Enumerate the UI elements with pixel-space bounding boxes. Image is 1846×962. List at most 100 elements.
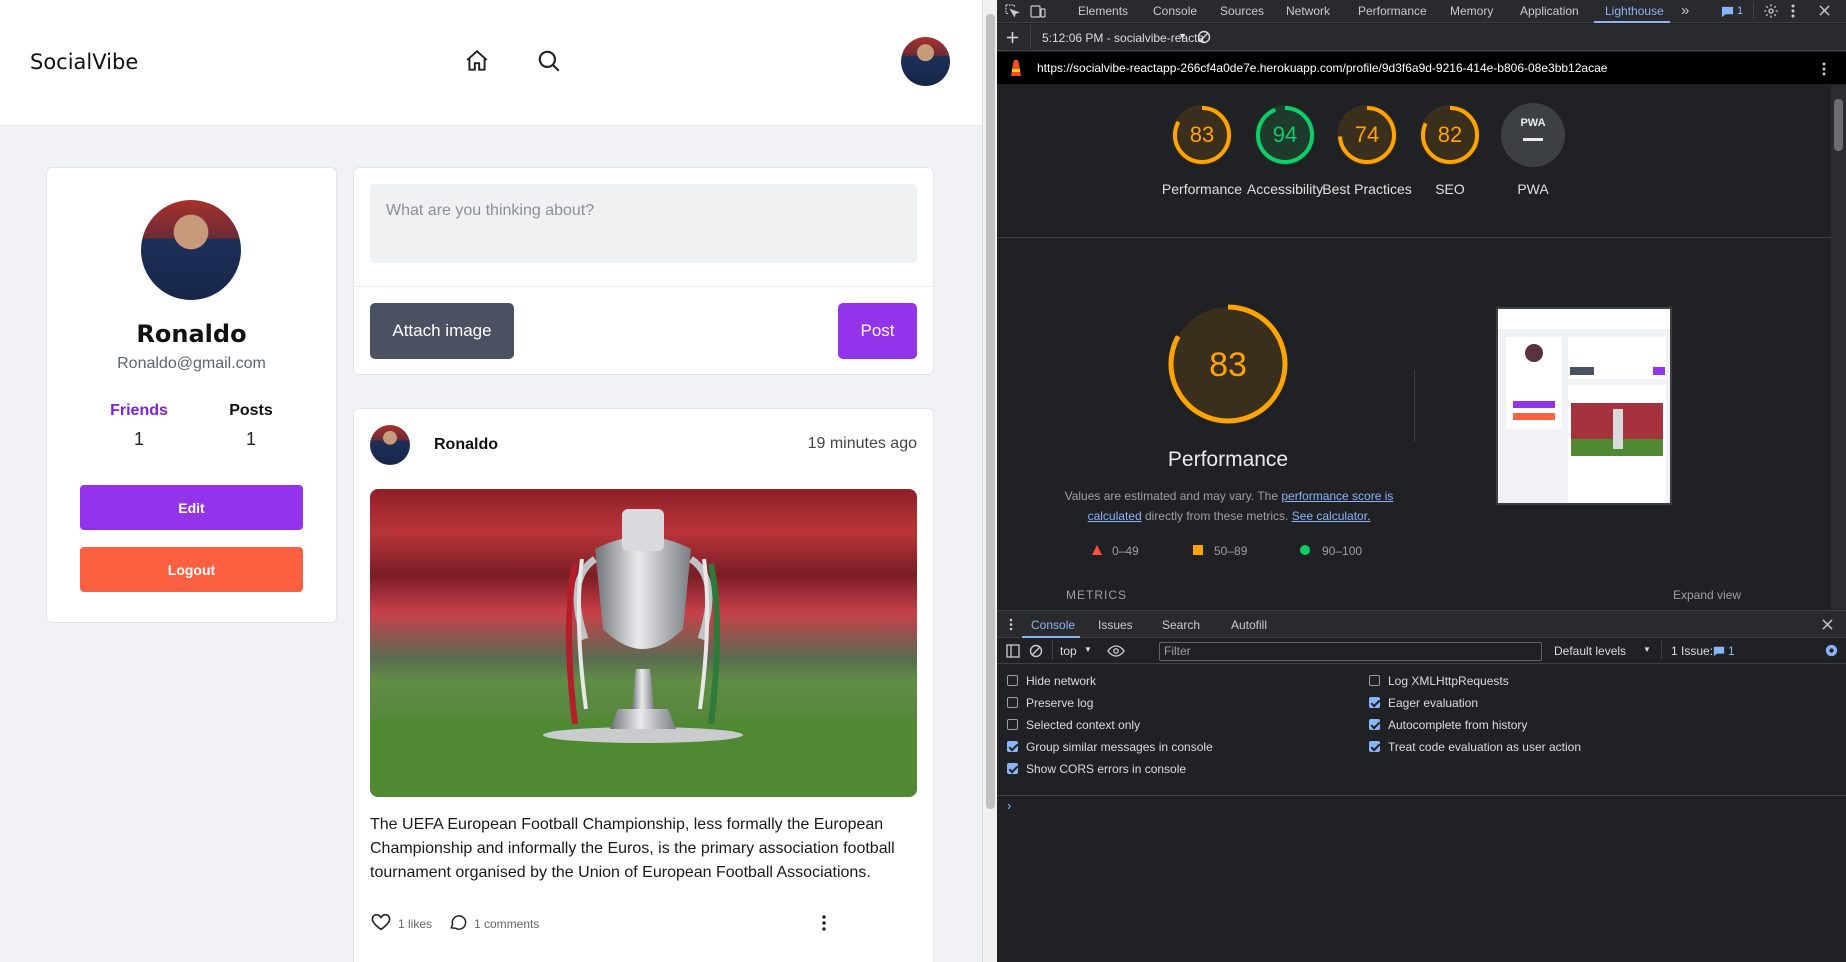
gauge-pwa[interactable]: PWA PWA (1488, 103, 1578, 199)
console-settings-icon[interactable] (1824, 643, 1839, 658)
gauge-value: 94 (1272, 122, 1298, 147)
console-option[interactable]: Eager evaluation (1369, 695, 1478, 711)
clear-reports-icon[interactable] (1197, 30, 1211, 44)
inspect-element-icon[interactable] (1005, 4, 1020, 19)
levels-dropdown-icon[interactable]: ▼ (1643, 645, 1651, 654)
console-option[interactable]: Preserve log (1007, 695, 1093, 711)
more-options-icon[interactable] (814, 913, 834, 933)
brand-logo[interactable]: SocialVibe (30, 50, 138, 74)
drawer-tab-autofill[interactable]: Autofill (1231, 618, 1267, 632)
drawer-menu-icon[interactable] (1009, 618, 1013, 631)
tab-performance[interactable]: Performance (1358, 4, 1427, 18)
settings-gear-icon[interactable] (1763, 3, 1779, 19)
issues-chat-icon[interactable] (1713, 645, 1725, 657)
lighthouse-report: 83 Performance 94 Accessibility 74 Best Pract… (997, 85, 1831, 609)
issues-badge[interactable]: 1 (1737, 5, 1743, 17)
close-devtools-icon[interactable] (1819, 5, 1830, 16)
tab-console[interactable]: Console (1153, 4, 1197, 18)
context-selector[interactable]: top (1060, 644, 1077, 658)
attach-image-button[interactable]: Attach image (370, 303, 514, 359)
checkbox[interactable] (1007, 675, 1018, 686)
posts-stat: Posts 1 (211, 402, 291, 450)
lighthouse-toolbar: 5:12:06 PM - socialvibe-reacta ▼ (997, 24, 1846, 51)
post-textarea[interactable]: What are you thinking about? (370, 184, 917, 263)
console-filter-input[interactable]: Filter (1159, 642, 1542, 661)
tab-lighthouse[interactable]: Lighthouse (1605, 4, 1664, 18)
heart-icon[interactable] (370, 911, 392, 933)
more-tabs-icon[interactable]: » (1681, 2, 1689, 19)
home-icon[interactable] (464, 48, 490, 74)
console-option[interactable]: Treat code evaluation as user action (1369, 739, 1581, 755)
clear-console-icon[interactable] (1029, 644, 1043, 658)
console-issues-count[interactable]: 1 (1728, 644, 1735, 658)
checkbox[interactable] (1007, 741, 1018, 752)
drawer-tab-issues[interactable]: Issues (1098, 618, 1133, 632)
tab-network[interactable]: Network (1286, 4, 1330, 18)
console-option[interactable]: Group similar messages in console (1007, 739, 1213, 755)
sidebar-toggle-icon[interactable] (1006, 644, 1020, 658)
search-icon[interactable] (536, 48, 562, 74)
performance-gauge: 83 (1168, 304, 1288, 424)
tab-sources[interactable]: Sources (1220, 4, 1264, 18)
page-scrollbar[interactable] (982, 0, 997, 962)
logout-button[interactable]: Logout (80, 547, 303, 592)
checkbox[interactable] (1007, 697, 1018, 708)
gauge-performance[interactable]: 83 Performance (1157, 103, 1247, 199)
post-card: Ronaldo 19 minutes ago The UEFA European… (353, 408, 934, 962)
tab-application[interactable]: Application (1520, 4, 1579, 18)
checkbox[interactable] (1007, 763, 1018, 774)
live-expression-eye-icon[interactable] (1107, 645, 1125, 657)
user-avatar[interactable] (901, 37, 950, 86)
page-screenshot-thumbnail[interactable] (1496, 307, 1672, 505)
drawer-tab-search[interactable]: Search (1162, 618, 1200, 632)
checkbox[interactable] (1007, 719, 1018, 730)
checkbox[interactable] (1369, 719, 1380, 730)
console-option-label: Group similar messages in console (1026, 740, 1213, 754)
checkbox[interactable] (1369, 675, 1380, 686)
likes-count[interactable]: 1 likes (398, 917, 432, 931)
checkbox[interactable] (1369, 697, 1380, 708)
kebab-menu-icon[interactable] (1790, 3, 1796, 19)
post-image[interactable] (370, 489, 917, 797)
tabbar-divider (1753, 2, 1754, 20)
issues-icon[interactable] (1721, 5, 1734, 18)
device-toolbar-icon[interactable] (1030, 4, 1046, 19)
red-triangle-icon (1092, 545, 1102, 555)
see-calculator-link[interactable]: See calculator. (1292, 509, 1371, 523)
devtools-panel: Elements Console Sources Network Perform… (997, 0, 1846, 962)
context-dropdown-icon[interactable]: ▼ (1084, 645, 1092, 654)
log-levels-dropdown[interactable]: Default levels (1554, 644, 1626, 658)
report-menu-icon[interactable] (1821, 61, 1827, 77)
report-url[interactable]: https://socialvibe-reactapp-266cf4a0de7e… (1037, 61, 1607, 75)
checkbox[interactable] (1369, 741, 1380, 752)
tab-memory[interactable]: Memory (1450, 4, 1493, 18)
console-option[interactable]: Autocomplete from history (1369, 717, 1527, 733)
gauge-best-practices[interactable]: 74 Best Practices (1322, 103, 1412, 199)
report-scrollbar-thumb[interactable] (1834, 99, 1843, 151)
gauge-accessibility[interactable]: 94 Accessibility (1240, 103, 1330, 199)
performance-note: Values are estimated and may vary. The p… (1059, 486, 1399, 526)
comment-icon[interactable] (448, 912, 468, 932)
comments-count[interactable]: 1 comments (474, 917, 539, 931)
new-report-icon[interactable] (1006, 31, 1019, 44)
edit-button[interactable]: Edit (80, 485, 303, 530)
console-prompt-icon[interactable]: › (1007, 798, 1011, 813)
post-author-avatar[interactable] (370, 425, 410, 465)
close-drawer-icon[interactable] (1822, 619, 1833, 630)
post-button[interactable]: Post (838, 303, 917, 359)
console-option[interactable]: Show CORS errors in console (1007, 761, 1186, 777)
issues-count-label[interactable]: 1 Issue: (1671, 644, 1713, 658)
friends-stat[interactable]: Friends 1 (99, 402, 179, 450)
tab-elements[interactable]: Elements (1078, 4, 1128, 18)
drawer-tab-console[interactable]: Console (1031, 618, 1075, 632)
gauge-value: 74 (1354, 122, 1380, 147)
console-option[interactable]: Log XMLHttpRequests (1369, 673, 1509, 689)
page-scrollbar-thumb[interactable] (986, 14, 995, 809)
report-scrollbar[interactable] (1831, 85, 1846, 609)
gauge-seo[interactable]: 82 SEO (1405, 103, 1495, 199)
report-dropdown-icon[interactable]: ▼ (1178, 31, 1187, 41)
console-option[interactable]: Hide network (1007, 673, 1096, 689)
console-option[interactable]: Selected context only (1007, 717, 1140, 733)
post-author-name[interactable]: Ronaldo (434, 436, 498, 454)
expand-view-toggle[interactable]: Expand view (1673, 588, 1741, 602)
